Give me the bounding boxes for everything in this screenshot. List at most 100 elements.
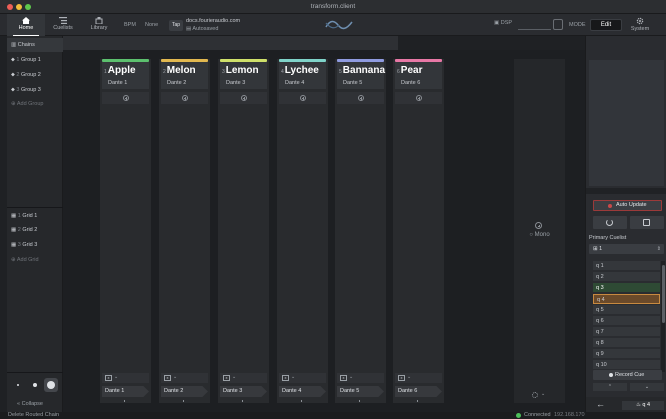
mode-label: MODE xyxy=(569,22,586,28)
channel-routing-button[interactable]: x ⌄ xyxy=(279,373,326,383)
channel-strip[interactable]: 5Bannana Dante 5 x ⌄ Dante 5 xyxy=(335,59,386,403)
channel-input[interactable]: Dante 5 xyxy=(343,80,362,86)
channel-header[interactable]: 1Apple Dante 1 xyxy=(102,62,149,89)
add-grid-button[interactable]: ⊕ Add Grid xyxy=(7,253,63,267)
channel-output[interactable]: Dante 1 xyxy=(102,386,149,397)
save-cue-button[interactable] xyxy=(630,216,664,229)
channel-name[interactable]: 4Lychee xyxy=(281,65,319,76)
collapse-button[interactable]: « Collapse xyxy=(17,401,43,407)
channel-header[interactable]: 2Melon Dante 2 xyxy=(161,62,208,89)
size-large-button[interactable] xyxy=(44,378,58,392)
back-arrow-icon[interactable]: ← xyxy=(596,399,605,409)
channel-name[interactable]: 1Apple xyxy=(104,65,136,76)
sidebar-divider xyxy=(7,207,63,208)
channel-strip[interactable]: 4Lychee Dante 4 x ⌄ Dante 4 xyxy=(277,59,328,403)
sidebar-item-group-2[interactable]: ⬥ 2 Group 2 xyxy=(7,68,63,82)
system-button[interactable]: System xyxy=(628,14,652,36)
size-small-button[interactable] xyxy=(17,384,19,386)
chains-canvas: 1Apple Dante 1 x ⌄ Dante 1 2Melon Dante 2 x ⌄ Dan… xyxy=(63,50,585,412)
nav-library[interactable]: Library xyxy=(80,14,118,36)
channel-strip[interactable]: 3Lemon Dante 3 x ⌄ Dante 3 xyxy=(218,59,269,403)
add-processor-button[interactable] xyxy=(161,92,208,104)
channel-strip[interactable]: 6Pear Dante 6 x ⌄ Dante 6 xyxy=(393,59,444,403)
record-cue-button[interactable]: Record Cue xyxy=(593,370,662,380)
cue-item[interactable]: q 3 xyxy=(593,283,660,293)
mode-edit-button[interactable]: Edit xyxy=(590,19,622,31)
sidebar-item-chains[interactable]: ▥ Chains xyxy=(7,38,63,52)
sidebar-item-grid-3[interactable]: ▦ 3 Grid 3 xyxy=(7,238,63,252)
sidebar-item-group-1[interactable]: ⬥ 1 Group 1 xyxy=(7,53,63,67)
dsp-refresh-button[interactable] xyxy=(553,19,563,30)
channel-header[interactable]: 5Bannana Dante 5 xyxy=(337,62,385,89)
channel-header[interactable]: 4Lychee Dante 4 xyxy=(279,62,326,89)
channel-output[interactable]: Dante 4 xyxy=(279,386,326,397)
cue-item[interactable]: q 8 xyxy=(593,338,660,348)
cue-item[interactable]: q 10 xyxy=(593,360,660,370)
add-processor-button[interactable] xyxy=(279,92,326,104)
cue-item[interactable]: q 1 xyxy=(593,261,660,271)
channel-header[interactable]: 6Pear Dante 6 xyxy=(395,62,442,89)
channel-name[interactable]: 2Melon xyxy=(163,65,196,76)
cue-item[interactable]: q 4 xyxy=(593,294,660,304)
undo-button[interactable] xyxy=(593,216,627,229)
cue-item[interactable]: q 2 xyxy=(593,272,660,282)
cue-item[interactable]: q 5 xyxy=(593,305,660,315)
add-processor-button[interactable] xyxy=(102,92,149,104)
routing-icon: x xyxy=(105,375,112,381)
channel-output-marker xyxy=(242,400,243,402)
channel-input[interactable]: Dante 2 xyxy=(167,80,186,86)
chevron-down-icon[interactable]: ⌄ xyxy=(541,391,545,397)
nav-home[interactable]: Home xyxy=(7,14,45,36)
mono-channel[interactable]: ○ Mono ⌄ xyxy=(514,59,565,403)
nav-cuelists[interactable]: Cuelists xyxy=(44,14,82,36)
channel-output-label: Dante 5 xyxy=(340,388,360,394)
channel-strip[interactable]: 1Apple Dante 1 x ⌄ Dante 1 xyxy=(100,59,151,403)
gear-icon[interactable] xyxy=(532,392,538,398)
channel-index: 6 xyxy=(397,69,400,75)
previous-cue-button[interactable]: ⌃ xyxy=(593,383,627,391)
cue-item[interactable]: q 6 xyxy=(593,316,660,326)
sidebar-footer: « Collapse xyxy=(7,372,63,412)
channel-routing-button[interactable]: x ⌄ xyxy=(102,373,149,383)
cue-list[interactable]: q 1q 2q 3q 4q 5q 6q 7q 8q 9q 10 xyxy=(593,261,660,372)
go-current-cue-button[interactable]: ♨ q 4 xyxy=(622,401,664,410)
channel-input[interactable]: Dante 1 xyxy=(108,80,127,86)
sidebar-item-group-3[interactable]: ⬥ 3 Group 3 xyxy=(7,83,63,97)
tap-button[interactable]: Tap xyxy=(169,20,183,31)
sidebar-item-grid-1[interactable]: ▦ 1 Grid 1 xyxy=(7,209,63,223)
sidebar-item-grid-2[interactable]: ▦ 2 Grid 2 xyxy=(7,223,63,237)
channel-header[interactable]: 3Lemon Dante 3 xyxy=(220,62,267,89)
add-mono-icon[interactable] xyxy=(535,222,542,229)
channel-name[interactable]: 5Bannana xyxy=(339,65,385,76)
add-group-button[interactable]: ⊕ Add Group xyxy=(7,97,63,111)
nav-library-label: Library xyxy=(90,25,108,31)
add-processor-button[interactable] xyxy=(220,92,267,104)
next-cue-button[interactable]: ⌄ xyxy=(630,383,664,391)
channel-output[interactable]: Dante 2 xyxy=(161,386,208,397)
channel-output[interactable]: Dante 5 xyxy=(337,386,384,397)
channel-index: 4 xyxy=(281,69,284,75)
cue-item[interactable]: q 9 xyxy=(593,349,660,359)
cue-item[interactable]: q 7 xyxy=(593,327,660,337)
channel-routing-button[interactable]: x ⌄ xyxy=(220,373,267,383)
size-medium-button[interactable] xyxy=(33,383,37,387)
channel-routing-button[interactable]: x ⌄ xyxy=(161,373,208,383)
add-processor-button[interactable] xyxy=(337,92,384,104)
cue-list-scrollbar[interactable] xyxy=(661,261,665,372)
list-icon xyxy=(59,17,67,24)
dsp-meter xyxy=(518,20,551,30)
channel-input[interactable]: Dante 3 xyxy=(226,80,245,86)
channel-input[interactable]: Dante 6 xyxy=(401,80,420,86)
channel-strip[interactable]: 2Melon Dante 2 x ⌄ Dante 2 xyxy=(159,59,210,403)
group-label: Group 3 xyxy=(20,87,41,93)
channel-routing-button[interactable]: x ⌄ xyxy=(395,373,442,383)
channel-output[interactable]: Dante 3 xyxy=(220,386,267,397)
channel-output[interactable]: Dante 6 xyxy=(395,386,442,397)
auto-update-button[interactable]: Auto Update xyxy=(593,200,662,211)
primary-cuelist-select[interactable]: ⊞ 1 ⇕ xyxy=(589,244,664,254)
channel-name[interactable]: 3Lemon xyxy=(222,65,259,76)
channel-routing-button[interactable]: x ⌄ xyxy=(337,373,384,383)
channel-input[interactable]: Dante 4 xyxy=(285,80,304,86)
channel-name[interactable]: 6Pear xyxy=(397,65,422,76)
add-processor-button[interactable] xyxy=(395,92,442,104)
